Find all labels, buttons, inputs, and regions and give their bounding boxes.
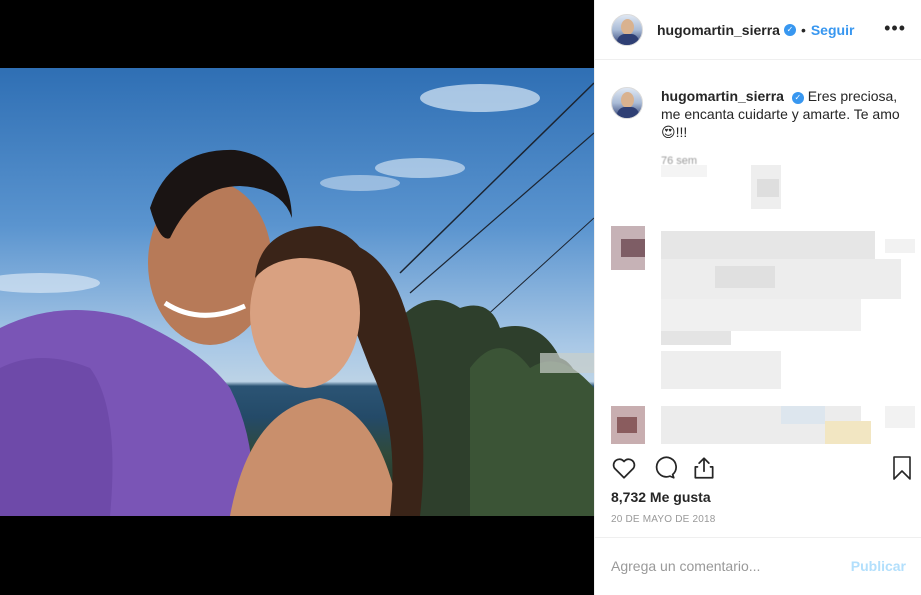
verified-badge-icon: ✓ [791, 92, 804, 104]
heart-icon[interactable] [611, 455, 637, 481]
comment-input[interactable] [611, 558, 851, 574]
add-comment-bar: Publicar [595, 537, 921, 594]
caption: hugomartin_sierra ✓ Eres preciosa, me en… [611, 87, 911, 141]
comment-icon[interactable] [651, 455, 677, 481]
publish-button[interactable]: Publicar [851, 558, 906, 574]
post-date[interactable]: 20 DE MAYO DE 2018 [611, 514, 716, 525]
follow-button[interactable]: Seguir [811, 22, 855, 38]
separator-dot: • [800, 21, 806, 38]
post-side-panel: hugomartin_sierra ✓ • Seguir ••• hugomar… [594, 0, 921, 595]
caption-username-link[interactable]: hugomartin_sierra [661, 88, 784, 104]
more-icon[interactable]: ••• [884, 18, 906, 39]
verified-badge-icon: ✓ [783, 23, 796, 36]
avatar[interactable] [611, 87, 643, 119]
photo-illustration [0, 82, 594, 516]
post-photo[interactable] [0, 68, 594, 516]
post-header: hugomartin_sierra ✓ • Seguir ••• [595, 0, 921, 60]
comments-list[interactable]: hugomartin_sierra ✓ Eres preciosa, me en… [595, 61, 921, 447]
avatar[interactable] [611, 13, 643, 46]
caption-text: hugomartin_sierra ✓ Eres preciosa, me en… [661, 87, 911, 141]
share-icon[interactable] [691, 455, 717, 481]
bookmark-icon[interactable] [890, 455, 914, 481]
media-area [0, 0, 594, 595]
username-link[interactable]: hugomartin_sierra [657, 22, 780, 38]
action-icons [611, 455, 717, 481]
likes-count[interactable]: 8,732 Me gusta [611, 489, 711, 505]
